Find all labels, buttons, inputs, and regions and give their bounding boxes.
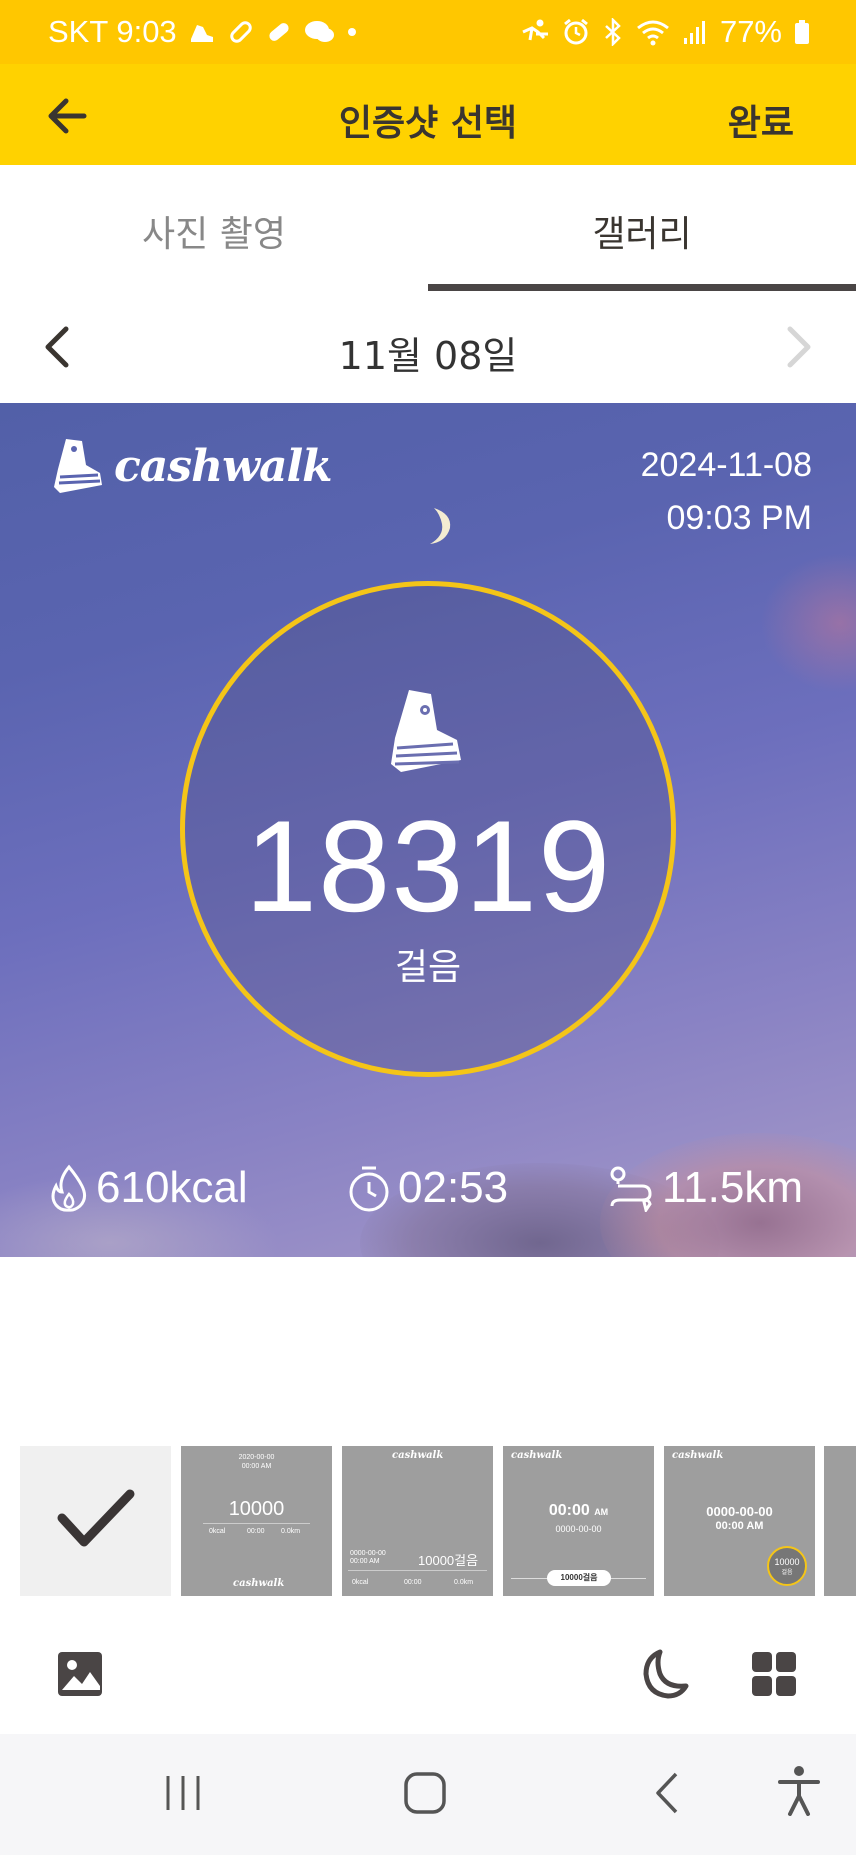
calories-value: 610kcal bbox=[96, 1163, 248, 1212]
battery-label: 77% bbox=[719, 14, 782, 49]
signal-icon bbox=[682, 18, 708, 46]
home-icon bbox=[404, 1772, 446, 1814]
thumb-brand: cashwalk bbox=[511, 1450, 563, 1461]
moon-icon bbox=[643, 1649, 689, 1699]
thumb-date: 0000-00-00 bbox=[555, 1524, 602, 1534]
brand-name: cashwalk bbox=[114, 440, 333, 492]
step-count: 18319 bbox=[244, 793, 612, 939]
tab-bar: 사진 촬영 갤러리 bbox=[0, 165, 856, 291]
thumb-ampm: AM bbox=[594, 1507, 609, 1517]
bluetooth-icon bbox=[602, 18, 624, 46]
bottom-toolbar bbox=[0, 1596, 856, 1734]
fire-icon bbox=[51, 1164, 87, 1212]
tab-camera[interactable]: 사진 촬영 bbox=[0, 165, 428, 291]
duration-value: 02:53 bbox=[398, 1163, 509, 1212]
grid-icon bbox=[752, 1652, 796, 1696]
thumb-dist: 0.0km bbox=[454, 1579, 474, 1586]
thumb-brand: cashwalk bbox=[233, 1578, 285, 1589]
calories-stat: 610kcal bbox=[48, 1163, 248, 1213]
shoe-icon bbox=[54, 439, 102, 493]
thumb-divider bbox=[203, 1523, 310, 1524]
thumb-kcal: 0kcal bbox=[352, 1579, 369, 1586]
date-label: 11월 08일 bbox=[338, 334, 518, 378]
dot-icon bbox=[345, 25, 359, 39]
thumb-badge: 10000 걸음 bbox=[767, 1546, 807, 1586]
chat-icon bbox=[303, 18, 335, 46]
distance-value: 11.5km bbox=[662, 1163, 804, 1212]
system-back-button[interactable] bbox=[646, 1770, 692, 1820]
thumb-time: 00:00 bbox=[548, 1502, 590, 1519]
wifi-icon bbox=[636, 18, 670, 46]
thumb-date: 0000-00-00 bbox=[350, 1550, 386, 1557]
status-bar: SKT 9:03 77% bbox=[0, 0, 856, 64]
recent-apps-icon bbox=[166, 1776, 200, 1810]
photo-date: 2024-11-08 bbox=[640, 446, 812, 484]
night-mode-button[interactable] bbox=[636, 1646, 692, 1706]
cashwalk-notify-icon bbox=[187, 17, 217, 47]
date-navigator: 11월 08일 bbox=[0, 291, 856, 403]
battery-icon bbox=[794, 18, 810, 46]
thumb-kcal: 0kcal bbox=[209, 1528, 226, 1535]
brand-logo: cashwalk bbox=[52, 435, 333, 497]
template-partial[interactable] bbox=[824, 1446, 856, 1596]
recent-apps-button[interactable] bbox=[160, 1770, 206, 1820]
pill-icon bbox=[265, 18, 293, 46]
thumb-steps: 10000걸음 bbox=[418, 1553, 479, 1568]
cloud-decoration bbox=[760, 553, 856, 693]
chevron-left-icon bbox=[656, 1772, 678, 1814]
template-strip: 2020-00-00 00:00 AM 10000 0kcal 00:00 0.… bbox=[0, 1446, 856, 1596]
system-nav-bar bbox=[0, 1734, 856, 1855]
thumb-date: 2020-00-00 bbox=[238, 1454, 275, 1461]
duration-stat: 02:53 bbox=[346, 1163, 508, 1213]
certification-photo: cashwalk 2024-11-08 09:03 PM 18319 걸음 61… bbox=[0, 403, 856, 1257]
chevron-right-icon bbox=[787, 326, 811, 368]
thumb-time: 00:00 AM bbox=[241, 1463, 272, 1470]
thumb-duration: 00:00 bbox=[404, 1579, 422, 1586]
gallery-button[interactable] bbox=[56, 1650, 104, 1702]
template-bottom[interactable]: cashwalk 0000-00-00 00:00 AM 10000걸음 0kc… bbox=[342, 1446, 493, 1596]
step-unit: 걸음 bbox=[394, 947, 462, 988]
template-clock[interactable]: cashwalk 00:00 AM 0000-00-00 10000걸음 bbox=[503, 1446, 654, 1596]
thumb-divider bbox=[348, 1570, 487, 1571]
photo-time: 09:03 PM bbox=[666, 499, 812, 537]
accessibility-button[interactable] bbox=[776, 1764, 822, 1820]
moon-decoration bbox=[430, 508, 451, 544]
grid-button[interactable] bbox=[750, 1650, 798, 1702]
activity-icon bbox=[520, 18, 550, 46]
check-icon bbox=[57, 1489, 135, 1547]
thumb-steps: 10000 bbox=[228, 1498, 285, 1520]
home-button[interactable] bbox=[402, 1770, 448, 1820]
carrier-time: SKT 9:03 bbox=[48, 14, 177, 49]
image-icon bbox=[58, 1652, 102, 1696]
template-badge[interactable]: cashwalk 0000-00-00 00:00 AM 10000 걸음 bbox=[664, 1446, 815, 1596]
route-icon bbox=[610, 1166, 652, 1212]
link-icon bbox=[227, 18, 255, 46]
thumb-unit: 걸음 bbox=[781, 1570, 793, 1576]
distance-stat: 11.5km bbox=[608, 1163, 803, 1213]
thumb-dist: 0.0km bbox=[281, 1528, 301, 1535]
thumb-date: 0000-00-00 bbox=[706, 1504, 773, 1519]
template-none[interactable] bbox=[20, 1446, 171, 1596]
thumb-steps: 10000걸음 bbox=[547, 1570, 611, 1586]
done-button[interactable]: 완료 bbox=[728, 94, 794, 146]
thumb-time: 00:00 AM bbox=[715, 1520, 764, 1532]
app-bar: 인증샷 선택 완료 bbox=[0, 64, 856, 165]
alarm-icon bbox=[562, 18, 590, 46]
tab-gallery[interactable]: 갤러리 bbox=[428, 165, 856, 291]
next-date-button[interactable] bbox=[778, 321, 818, 373]
step-ring: 18319 걸음 bbox=[180, 581, 676, 1077]
thumb-time: 00:00 AM bbox=[350, 1558, 380, 1565]
shoe-icon bbox=[391, 690, 461, 772]
template-center[interactable]: 2020-00-00 00:00 AM 10000 0kcal 00:00 0.… bbox=[181, 1446, 332, 1596]
timer-icon bbox=[349, 1166, 389, 1212]
thumb-duration: 00:00 bbox=[247, 1528, 265, 1535]
thumb-brand: cashwalk bbox=[672, 1450, 724, 1461]
thumb-brand: cashwalk bbox=[392, 1450, 444, 1461]
accessibility-icon bbox=[778, 1766, 820, 1816]
thumb-steps: 10000 bbox=[774, 1557, 800, 1567]
timestamp: 2024-11-08 09:03 PM bbox=[641, 439, 812, 545]
